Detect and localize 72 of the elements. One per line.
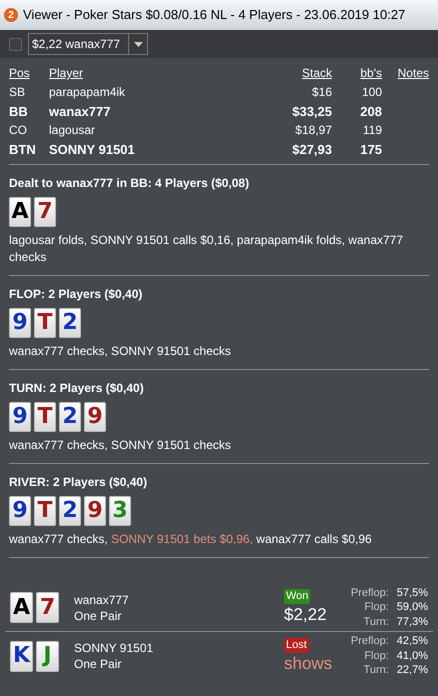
column-header[interactable]: Pos xyxy=(9,64,49,83)
table-cell-text: $33,25 xyxy=(291,103,332,121)
window-title: Viewer - Poker Stars $0.08/0.16 NL - 4 Players - 23.06.2019 10:27 xyxy=(23,6,406,24)
playing-card: 2 xyxy=(59,402,81,432)
result-amount: shows xyxy=(284,652,332,674)
table-cell-text: SB xyxy=(9,84,26,101)
table-cell-text: 208 xyxy=(359,103,382,121)
playing-card: T xyxy=(34,402,56,432)
equity-label: Turn: xyxy=(362,663,389,678)
table-cell-text: 100 xyxy=(360,84,382,101)
table-cell-text: $27,93 xyxy=(291,141,332,159)
table-cell-text: BB xyxy=(9,103,29,121)
table-cell-text: BTN xyxy=(9,141,37,159)
result-label: Lost xyxy=(284,638,309,652)
table-cell-text: SONNY 91501 xyxy=(49,141,136,159)
playing-card: J xyxy=(36,640,59,672)
table-cell-text: parapapam4ik xyxy=(49,84,126,101)
street-title: Dealt to wanax777 in BB: 4 Players ($0,08) xyxy=(9,175,250,192)
playing-card: 9 xyxy=(9,496,31,526)
equity-value: 57,5% xyxy=(396,586,428,600)
player-name: wanax777 xyxy=(74,592,130,608)
equity-label: Flop: xyxy=(363,600,389,615)
dropdown-caret-icon xyxy=(134,42,142,46)
hand-rank: One Pair xyxy=(74,608,122,624)
playing-card: 9 xyxy=(9,402,31,432)
app-badge-icon: 2 xyxy=(4,8,18,22)
column-header[interactable]: Stack xyxy=(262,64,332,83)
playing-card: T xyxy=(34,308,56,338)
table-cell-text: wanax777 xyxy=(49,103,112,121)
column-header[interactable]: bb's xyxy=(332,64,382,83)
street-title: RIVER: 2 Players ($0,40) xyxy=(9,474,148,491)
table-cell-text: 119 xyxy=(362,122,382,139)
playing-card: K xyxy=(10,640,33,672)
playing-card: 9 xyxy=(84,496,106,526)
table-cell-text: 175 xyxy=(359,141,382,159)
street-title: TURN: 2 Players ($0,40) xyxy=(9,380,145,397)
table-cell-text: $18,97 xyxy=(294,122,332,139)
table-cell-text: $16 xyxy=(310,84,332,101)
hand-dropdown[interactable]: $2,22 wanax777 xyxy=(28,33,148,55)
playing-card: T xyxy=(34,496,56,526)
equity-value: 42,5% xyxy=(396,634,428,649)
equity-label: Preflop: xyxy=(350,586,389,600)
playing-card: 2 xyxy=(59,496,81,526)
action-log: lagousar folds, SONNY 91501 calls $0,16, parapapam4ik folds, wanax777 checks xyxy=(9,232,404,266)
action-log: wanax777 checks, SONNY 91501 bets $0,96, wanax777 calls $0,96 xyxy=(9,531,373,548)
playing-card: 7 xyxy=(34,197,56,227)
playing-card: 9 xyxy=(84,402,106,432)
column-header[interactable]: Notes xyxy=(382,64,429,83)
column-header[interactable]: Player xyxy=(49,64,262,83)
playing-card: 9 xyxy=(9,308,31,338)
equity-value: 59,0% xyxy=(396,600,428,615)
playing-card: A xyxy=(9,197,31,227)
table-cell-text: lagousar xyxy=(49,122,96,139)
checkbox[interactable] xyxy=(9,38,22,50)
playing-card: 2 xyxy=(59,308,81,338)
equity-label: Flop: xyxy=(363,648,389,664)
playing-card: A xyxy=(10,592,33,623)
hand-rank: One Pair xyxy=(74,656,122,672)
equity-label: Preflop: xyxy=(350,634,389,649)
action-log: wanax777 checks, SONNY 91501 checks xyxy=(9,343,232,360)
table-cell-text: CO xyxy=(9,122,28,139)
player-name: SONNY 91501 xyxy=(74,640,154,656)
playing-card: 7 xyxy=(36,592,59,623)
equity-value: 41,0% xyxy=(396,648,428,664)
equity-label: Turn: xyxy=(362,614,389,630)
playing-card: 3 xyxy=(109,496,131,526)
equity-value: 77,3% xyxy=(396,614,428,630)
action-log: wanax777 checks, SONNY 91501 checks xyxy=(9,437,232,454)
equity-value: 22,7% xyxy=(396,663,428,678)
street-title: FLOP: 2 Players ($0,40) xyxy=(9,286,144,303)
result-amount: $2,22 xyxy=(284,604,327,626)
result-label: Won xyxy=(284,589,310,604)
